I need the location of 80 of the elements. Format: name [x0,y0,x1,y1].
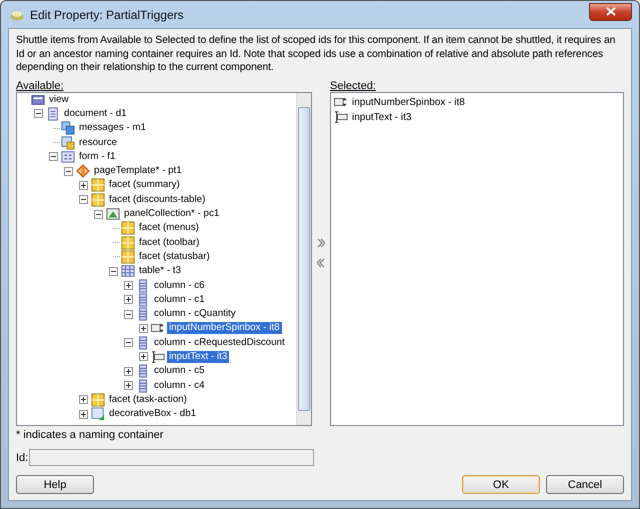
document-icon [46,106,60,121]
tree-item[interactable]: facet (toolbar) [137,236,202,249]
collapse-icon[interactable] [124,310,133,319]
box-icon [91,407,105,422]
tree-item[interactable]: decorativeBox - db1 [107,408,198,420]
id-label: Id: [16,452,28,464]
tree-item[interactable]: panelCollection* - pc1 [122,208,222,220]
close-button[interactable] [589,2,632,20]
panel-icon [106,207,120,222]
grid-icon [121,221,135,236]
column-icon [136,278,150,292]
tree-item[interactable]: view [47,94,71,106]
grid-icon [121,236,135,250]
expand-icon[interactable] [124,381,133,390]
description-text: Shuttle items from Available to Selected to define the list of scoped ids for this component. If an item cannot be shuttled, it requires an Id or an ancestor naming container requires an Id. Note that scoped ids use a combination of relative and absolute path references depending on their relationship to the current component. [16,34,616,74]
tree-item[interactable]: facet (menus) [137,222,201,234]
expand-icon[interactable] [124,366,133,376]
grid-icon [91,192,105,207]
tree-item[interactable]: pageTemplate* - pt1 [92,165,184,178]
expand-icon[interactable] [139,352,148,362]
messages-icon [61,121,75,136]
collapse-icon[interactable] [109,266,118,276]
text-field-icon [151,350,165,364]
tree-item[interactable]: column - c1 [152,294,207,306]
tree-item[interactable]: document - d1 [62,108,129,120]
tree-item[interactable]: form - f1 [77,150,118,163]
move-right-icon[interactable] [317,238,325,248]
collapse-icon[interactable] [79,195,88,204]
app-icon [10,8,24,20]
tree-item[interactable]: inputText - it3 [167,350,230,363]
list-item[interactable]: inputText - it3 [352,112,412,122]
cancel-button[interactable]: Cancel [546,475,624,494]
column-icon [136,378,150,393]
column-icon [136,336,150,350]
tree-item[interactable]: facet (summary) [107,179,182,192]
column-icon [136,364,150,378]
tree-item[interactable]: table* - t3 [137,265,183,278]
grid-icon [91,392,105,407]
tree-item[interactable]: facet (statusbar) [137,250,212,263]
tree-item[interactable]: column - cQuantity [152,308,238,320]
collapse-icon[interactable] [34,109,43,118]
tree-item[interactable]: inputNumberSpinbox - it8 [167,322,282,334]
move-left-icon[interactable] [317,258,325,268]
text-field-icon [334,110,348,124]
available-label: Available: [16,80,64,92]
collapse-icon[interactable] [64,166,73,176]
list-item[interactable]: inputNumberSpinbox - it8 [352,96,465,108]
column-icon [136,307,150,322]
expand-icon[interactable] [124,295,133,304]
expand-icon[interactable] [79,410,88,419]
tree-item[interactable]: column - cRequestedDiscount [152,336,287,349]
scroll-bar[interactable] [296,92,311,425]
spinbox-icon [334,95,348,109]
tree-item[interactable]: facet (discounts-table) [107,194,208,206]
tree-item[interactable]: column - c5 [152,365,207,378]
footnote-text: * indicates a naming container [16,429,164,441]
expand-icon[interactable] [79,180,88,190]
expand-icon[interactable] [79,395,88,404]
ok-button[interactable]: OK [462,475,540,494]
grid-icon [121,250,135,264]
collapse-icon[interactable] [94,210,103,219]
expand-icon[interactable] [139,324,148,333]
form-icon [61,150,75,164]
diamond-icon [76,164,90,178]
tree-item[interactable]: column - c6 [152,280,207,292]
tree-item[interactable]: facet (task-action) [107,394,189,406]
selected-label: Selected: [330,80,377,92]
column-icon [136,292,150,307]
expand-icon[interactable] [124,281,133,290]
tree-item[interactable]: messages - m1 [77,122,148,134]
tree-item[interactable]: resource [77,136,120,149]
close-icon [606,7,616,16]
tree-item[interactable]: column - c4 [152,380,207,392]
collapse-icon[interactable] [124,338,133,348]
window-title: Edit Property: PartialTriggers [30,8,184,22]
help-button[interactable]: Help [16,475,94,494]
grid-icon [91,178,105,192]
resource-icon [61,136,75,150]
collapse-icon[interactable] [49,152,58,162]
table-icon [121,264,135,278]
